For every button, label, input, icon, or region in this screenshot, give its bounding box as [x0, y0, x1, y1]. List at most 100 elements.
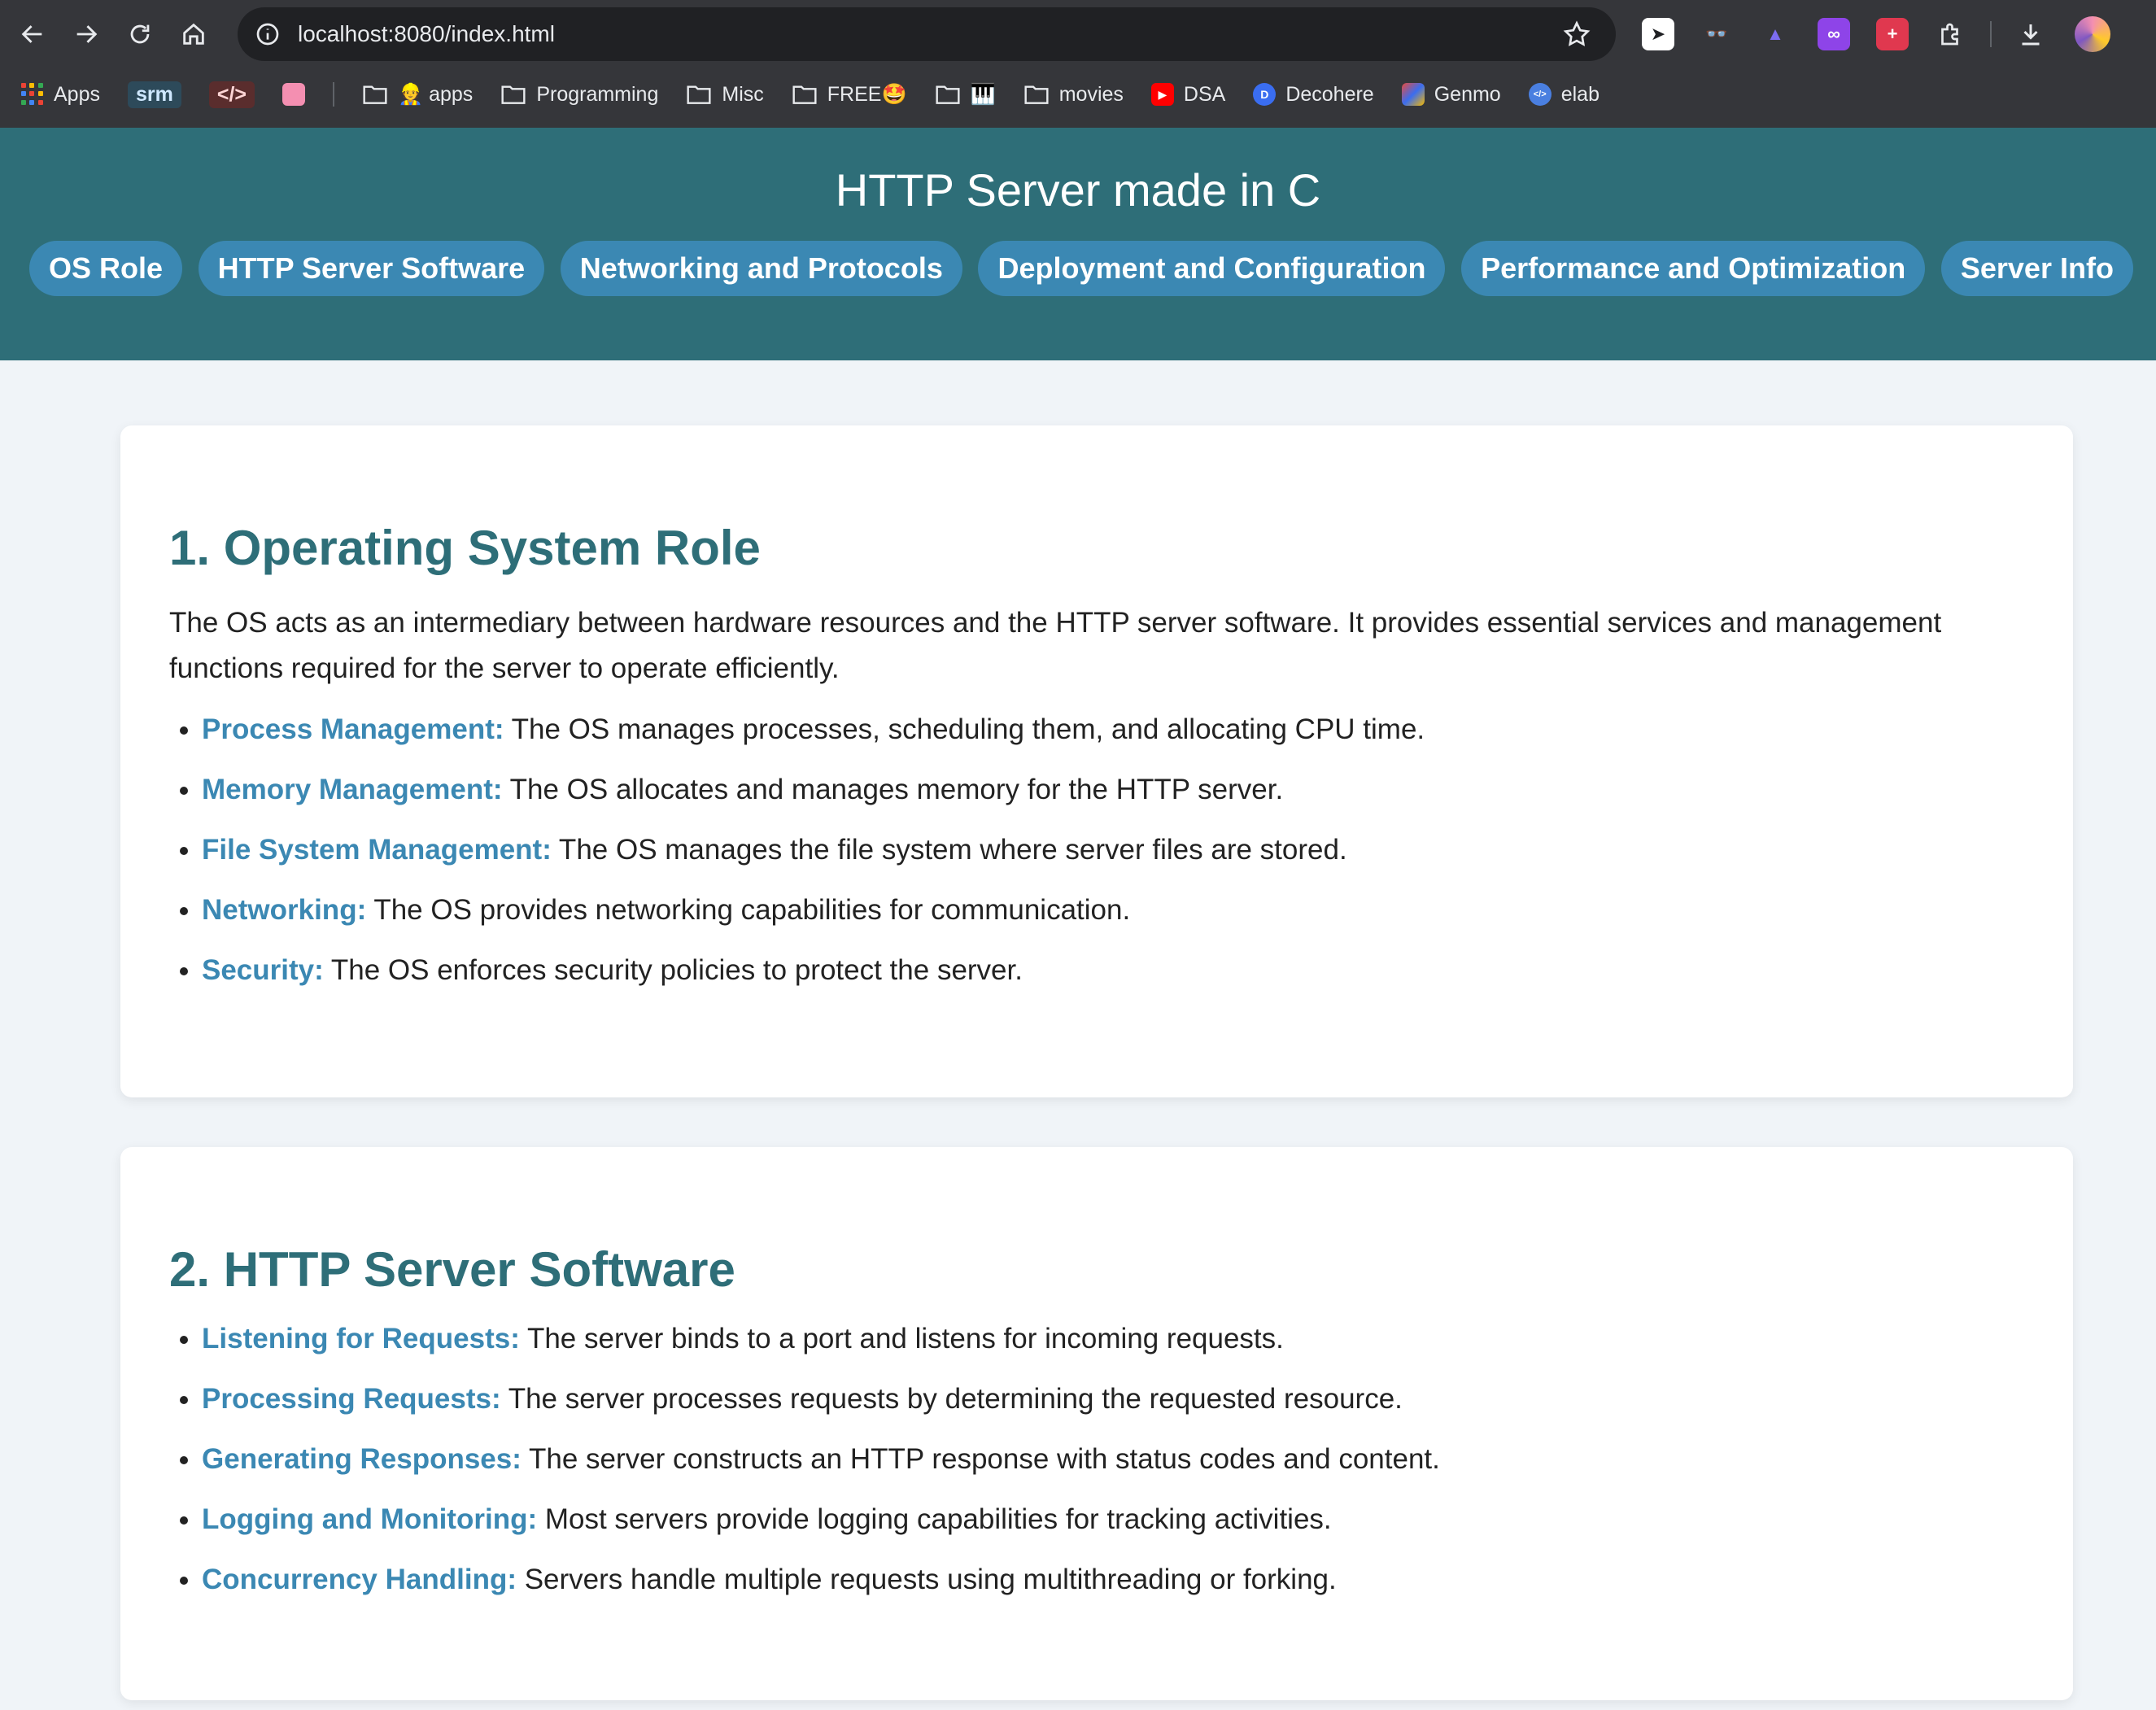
profile-avatar[interactable] [2075, 16, 2110, 52]
section-intro: The OS acts as an intermediary between h… [169, 607, 1942, 684]
nav-networking-and-protocols[interactable]: Networking and Protocols [560, 241, 962, 296]
extension-glasses-icon[interactable]: 👓 [1700, 18, 1733, 50]
list-item: Listening for Requests: The server binds… [202, 1309, 2024, 1369]
browser-toolbar: localhost:8080/index.html ➤ 👓 ▲ ∞ + [0, 0, 2156, 68]
list-item: Processing Requests: The server processe… [202, 1369, 2024, 1429]
extension-purple-icon[interactable]: ∞ [1818, 18, 1850, 50]
list-item-text: The OS manages processes, scheduling the… [504, 713, 1425, 745]
address-bar[interactable]: localhost:8080/index.html [238, 7, 1616, 61]
apps-grid-icon [21, 83, 44, 106]
youtube-icon: ▶ [1150, 83, 1174, 106]
forward-button[interactable] [65, 13, 107, 55]
folder-icon [1024, 85, 1049, 104]
bookmark-label: 🎹 [970, 82, 996, 106]
list-item: Process Management: The OS manages proce… [202, 700, 2024, 760]
home-button[interactable] [172, 13, 215, 55]
back-button[interactable] [11, 13, 54, 55]
site-header: HTTP Server made in C OS Role HTTP Serve… [0, 128, 2156, 360]
nav-deployment-and-configuration[interactable]: Deployment and Configuration [978, 241, 1446, 296]
folder-icon [363, 85, 387, 104]
bookmark-genmo[interactable]: Genmo [1401, 82, 1501, 107]
list-item: File System Management: The OS manages t… [202, 820, 2024, 880]
nav-server-info[interactable]: Server Info [1940, 241, 2133, 296]
reload-icon [130, 24, 150, 44]
bookmark-dsa[interactable]: ▶ DSA [1150, 82, 1226, 107]
extensions-area: ➤ 👓 ▲ ∞ + [1629, 16, 2110, 52]
list-item-text: The OS provides networking capabilities … [366, 894, 1131, 926]
extension-send-icon[interactable]: ➤ [1642, 18, 1674, 50]
bookmark-label: srm [127, 81, 181, 108]
section-list: Process Management: The OS manages proce… [169, 700, 2024, 1001]
bookmark-label: Genmo [1434, 82, 1501, 106]
genmo-icon [1401, 83, 1425, 106]
bookmark-folder-free[interactable]: FREE🤩 [792, 83, 907, 107]
list-item-term: Generating Responses: [202, 1443, 522, 1475]
list-item-text: Servers handle multiple requests using m… [516, 1564, 1337, 1595]
list-item-term: Processing Requests: [202, 1383, 501, 1415]
bookmark-label: Misc [722, 82, 764, 106]
folder-icon [687, 85, 711, 104]
list-item-term: Process Management: [202, 713, 504, 745]
nav-os-role[interactable]: OS Role [29, 241, 183, 296]
bookmark-folder-apps[interactable]: 👷 apps [362, 83, 473, 107]
extension-red-plus-icon[interactable]: + [1876, 18, 1909, 50]
toolbar-separator [1990, 21, 1992, 47]
folder-icon [792, 85, 817, 104]
list-item-text: The server constructs an HTTP response w… [521, 1443, 1440, 1475]
extensions-puzzle-icon[interactable] [1935, 18, 1967, 50]
bookmark-decohere[interactable]: D Decohere [1253, 82, 1374, 107]
pink-square-icon [282, 83, 306, 106]
section-os-role: 1. Operating System Role The OS acts as … [120, 425, 2073, 1097]
bookmark-srm[interactable]: srm [127, 81, 181, 108]
site-info-icon[interactable] [254, 20, 282, 48]
arrow-left-icon [21, 25, 42, 43]
list-item: Concurrency Handling: Servers handle mul… [202, 1550, 2024, 1610]
bookmark-pink[interactable] [282, 83, 306, 106]
list-item-text: The OS manages the file system where ser… [551, 834, 1347, 866]
bookmark-label: DSA [1183, 82, 1226, 106]
list-item-term: Memory Management: [202, 774, 503, 805]
bookmark-elab[interactable]: </> elab [1528, 82, 1600, 107]
elab-icon: </> [1528, 83, 1552, 106]
home-icon [183, 23, 204, 45]
decohere-icon: D [1253, 83, 1277, 106]
list-item: Security: The OS enforces security polic… [202, 940, 2024, 1001]
bookmark-folder-misc[interactable]: Misc [686, 82, 764, 107]
bookmark-folder-movies[interactable]: movies [1023, 83, 1124, 107]
list-item-term: File System Management: [202, 834, 552, 866]
bookmark-label: Apps [54, 82, 100, 106]
download-icon[interactable] [2014, 18, 2047, 50]
bookmark-label: </> [208, 81, 255, 108]
section-nav: OS Role HTTP Server Software Networking … [0, 241, 2156, 296]
page-title: HTTP Server made in C [835, 164, 1321, 216]
nav-performance-and-optimization[interactable]: Performance and Optimization [1461, 241, 1926, 296]
list-item: Generating Responses: The server constru… [202, 1429, 2024, 1490]
extension-flame-icon[interactable]: ▲ [1759, 18, 1792, 50]
folder-icon [936, 85, 960, 104]
list-item-term: Concurrency Handling: [202, 1564, 517, 1595]
bookmark-label: FREE🤩 [827, 82, 907, 106]
bookmark-label: Decohere [1285, 82, 1374, 106]
bookmark-label: elab [1560, 82, 1600, 106]
list-item-text: The OS allocates and manages memory for … [502, 774, 1284, 805]
bookmark-star-icon[interactable] [1562, 20, 1591, 49]
bookmark-apps[interactable]: Apps [21, 83, 100, 107]
list-item: Networking: The OS provides networking c… [202, 880, 2024, 940]
section-list: Listening for Requests: The server binds… [169, 1309, 2024, 1610]
bookmark-folder-programming[interactable]: Programming [500, 83, 658, 107]
bookmark-label: 👷 apps [398, 82, 474, 106]
bookmark-label: Programming [536, 82, 659, 106]
list-item-term: Listening for Requests: [202, 1323, 520, 1354]
url-text[interactable]: localhost:8080/index.html [298, 21, 555, 47]
list-item-text: Most servers provide logging capabilitie… [537, 1503, 1332, 1535]
arrow-right-icon [76, 25, 98, 43]
list-item-text: The server binds to a port and listens f… [519, 1323, 1284, 1354]
bookmark-code[interactable]: </> [208, 81, 255, 108]
nav-http-server-software[interactable]: HTTP Server Software [198, 241, 545, 296]
list-item-text: The server processes requests by determi… [500, 1383, 1403, 1415]
bookmarks-bar: Apps srm </> 👷 apps Programming Misc FRE… [0, 68, 2156, 120]
list-item-term: Logging and Monitoring: [202, 1503, 538, 1535]
reload-button[interactable] [119, 13, 161, 55]
bookmark-folder-piano[interactable]: 🎹 [935, 83, 996, 107]
bookmark-label: movies [1058, 82, 1124, 106]
